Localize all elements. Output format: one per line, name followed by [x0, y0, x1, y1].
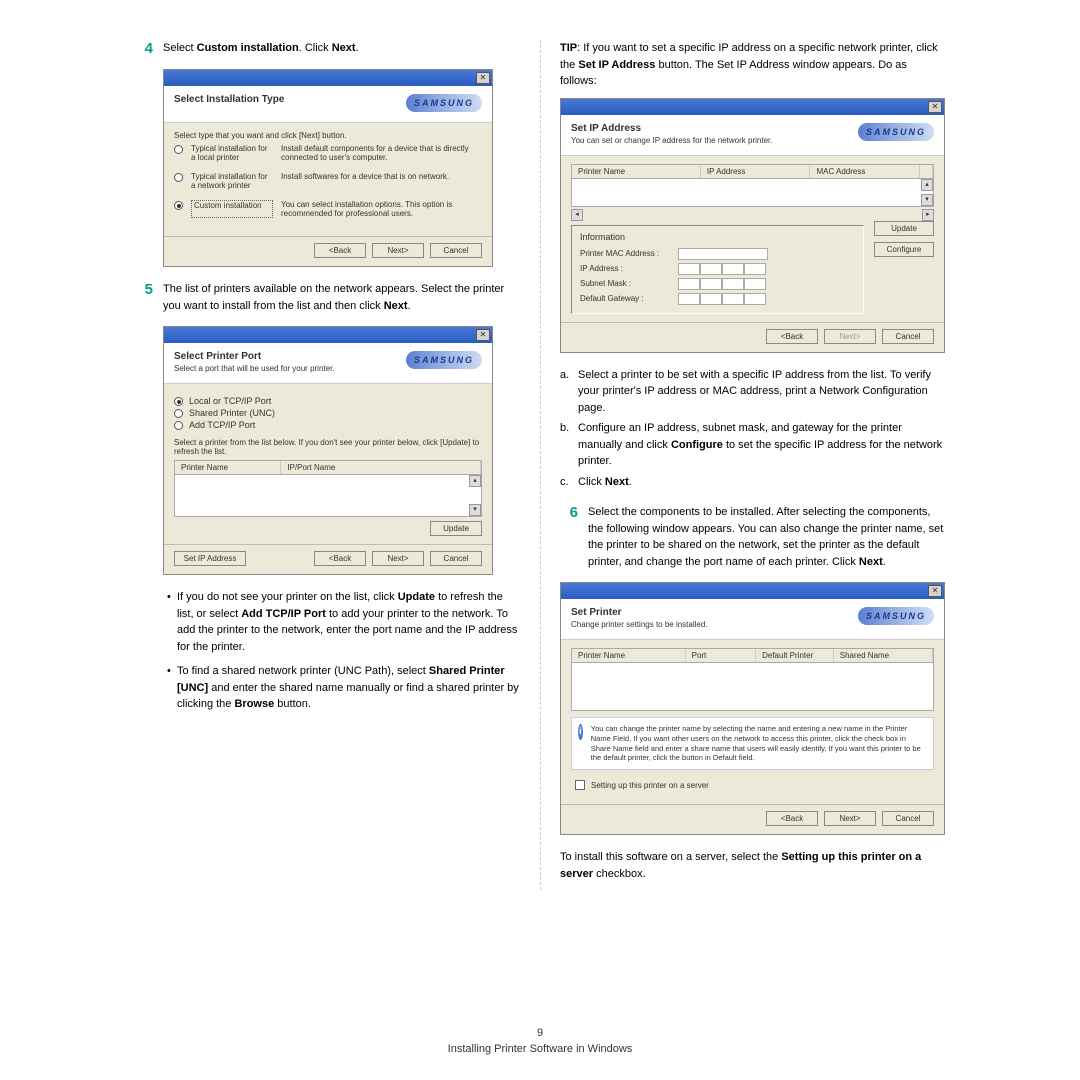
- configure-button[interactable]: Configure: [874, 242, 934, 257]
- samsung-logo: SAMSUNG: [858, 607, 934, 625]
- scroll-down-icon[interactable]: ▾: [921, 194, 933, 206]
- radio-icon: [174, 145, 183, 154]
- ip-table-header: Printer Name IP Address MAC Address: [571, 164, 934, 179]
- back-button[interactable]: <Back: [314, 243, 366, 258]
- radio-shared-unc[interactable]: Shared Printer (UNC): [174, 408, 482, 418]
- info-icon: i: [578, 724, 583, 740]
- option-typical-local[interactable]: Typical installation for a local printer…: [174, 144, 482, 162]
- dialog-header: Select Installation Type SAMSUNG: [164, 86, 492, 123]
- cancel-button[interactable]: Cancel: [430, 551, 482, 566]
- info-bubble: i You can change the printer name by sel…: [571, 717, 934, 770]
- scroll-down-icon[interactable]: ▾: [469, 504, 481, 516]
- step-number: 6: [560, 504, 578, 570]
- dialog-title: Select Printer Port: [174, 351, 335, 362]
- gateway-input[interactable]: [678, 293, 766, 305]
- printer-table-header: Printer Name IP/Port Name: [174, 460, 482, 475]
- printer-settings-header: Printer Name Port Default Printer Shared…: [571, 648, 934, 663]
- cancel-button[interactable]: Cancel: [882, 329, 934, 344]
- instruction: Select type that you want and click [Nex…: [174, 131, 482, 140]
- next-button[interactable]: Next>: [372, 551, 424, 566]
- dialog-title: Set Printer: [571, 607, 708, 618]
- step-4: 4 Select Custom installation. Click Next…: [135, 40, 520, 57]
- ip-input[interactable]: [678, 263, 766, 275]
- right-column: TIP: If you want to set a specific IP ad…: [540, 40, 965, 882]
- dialog-installation-type: ✕ Select Installation Type SAMSUNG Selec…: [163, 69, 493, 267]
- cancel-button[interactable]: Cancel: [882, 811, 934, 826]
- left-column: 4 Select Custom installation. Click Next…: [115, 40, 540, 882]
- set-ip-button[interactable]: Set IP Address: [174, 551, 246, 566]
- scroll-up-icon[interactable]: ▴: [921, 179, 933, 191]
- radio-icon: [174, 397, 183, 406]
- step-number: 5: [135, 281, 153, 314]
- radio-icon: [174, 421, 183, 430]
- tip-paragraph: TIP: If you want to set a specific IP ad…: [560, 40, 945, 90]
- next-button[interactable]: Next>: [824, 811, 876, 826]
- samsung-logo: SAMSUNG: [858, 123, 934, 141]
- step-text: Select Custom installation. Click Next.: [163, 40, 520, 57]
- dialog-set-ip: ✕ Set IP Address You can set or change I…: [560, 98, 945, 353]
- dialog-title: Select Installation Type: [174, 94, 284, 105]
- step-text: Select the components to be installed. A…: [588, 504, 945, 570]
- back-button[interactable]: <Back: [766, 329, 818, 344]
- subnet-input[interactable]: [678, 278, 766, 290]
- substeps: a.Select a printer to be set with a spec…: [560, 367, 945, 491]
- scroll-up-icon[interactable]: ▴: [469, 475, 481, 487]
- radio-icon: [174, 409, 183, 418]
- page-number: 9: [0, 1027, 1080, 1039]
- page-footer: 9 Installing Printer Software in Windows: [0, 1027, 1080, 1055]
- guidance-bullets: If you do not see your printer on the li…: [167, 589, 520, 713]
- printer-settings-body[interactable]: [571, 663, 934, 711]
- ip-table-body[interactable]: ▴ ▾: [571, 179, 934, 207]
- option-custom[interactable]: Custom installation You can select insta…: [174, 200, 482, 218]
- radio-icon: [174, 173, 183, 182]
- printer-table-body[interactable]: ▴ ▾: [174, 475, 482, 517]
- radio-local-tcpip[interactable]: Local or TCP/IP Port: [174, 396, 482, 406]
- dialog-title: Set IP Address: [571, 123, 772, 134]
- cancel-button[interactable]: Cancel: [430, 243, 482, 258]
- next-button[interactable]: Next>: [372, 243, 424, 258]
- dialog-set-printer: ✕ Set Printer Change printer settings to…: [560, 582, 945, 835]
- server-note: To install this software on a server, se…: [560, 849, 945, 882]
- samsung-logo: SAMSUNG: [406, 351, 482, 369]
- option-typical-network[interactable]: Typical installation for a network print…: [174, 172, 482, 190]
- information-group: Information Printer MAC Address : IP Add…: [571, 225, 864, 314]
- close-icon[interactable]: ✕: [928, 585, 942, 597]
- step-6: 6 Select the components to be installed.…: [560, 504, 945, 570]
- close-icon[interactable]: ✕: [476, 329, 490, 341]
- update-button[interactable]: Update: [430, 521, 482, 536]
- next-button[interactable]: Next>: [824, 329, 876, 344]
- bullet-update: If you do not see your printer on the li…: [167, 589, 520, 655]
- scroll-left-icon[interactable]: ◂: [571, 209, 583, 221]
- chapter-title: Installing Printer Software in Windows: [0, 1043, 1080, 1055]
- back-button[interactable]: <Back: [314, 551, 366, 566]
- titlebar: ✕: [164, 70, 492, 86]
- samsung-logo: SAMSUNG: [406, 94, 482, 112]
- mac-input[interactable]: [678, 248, 768, 260]
- back-button[interactable]: <Back: [766, 811, 818, 826]
- step-text: The list of printers available on the ne…: [163, 281, 520, 314]
- close-icon[interactable]: ✕: [476, 72, 490, 84]
- close-icon[interactable]: ✕: [928, 101, 942, 113]
- step-5: 5 The list of printers available on the …: [135, 281, 520, 314]
- update-button[interactable]: Update: [874, 221, 934, 236]
- checkbox-icon: [575, 780, 585, 790]
- step-number: 4: [135, 40, 153, 57]
- radio-icon: [174, 201, 183, 210]
- dialog-printer-port: ✕ Select Printer Port Select a port that…: [163, 326, 493, 575]
- scroll-right-icon[interactable]: ▸: [922, 209, 934, 221]
- column-divider: [540, 40, 541, 890]
- bullet-unc: To find a shared network printer (UNC Pa…: [167, 663, 520, 713]
- server-checkbox-row[interactable]: Setting up this printer on a server: [575, 780, 934, 790]
- radio-add-tcpip[interactable]: Add TCP/IP Port: [174, 420, 482, 430]
